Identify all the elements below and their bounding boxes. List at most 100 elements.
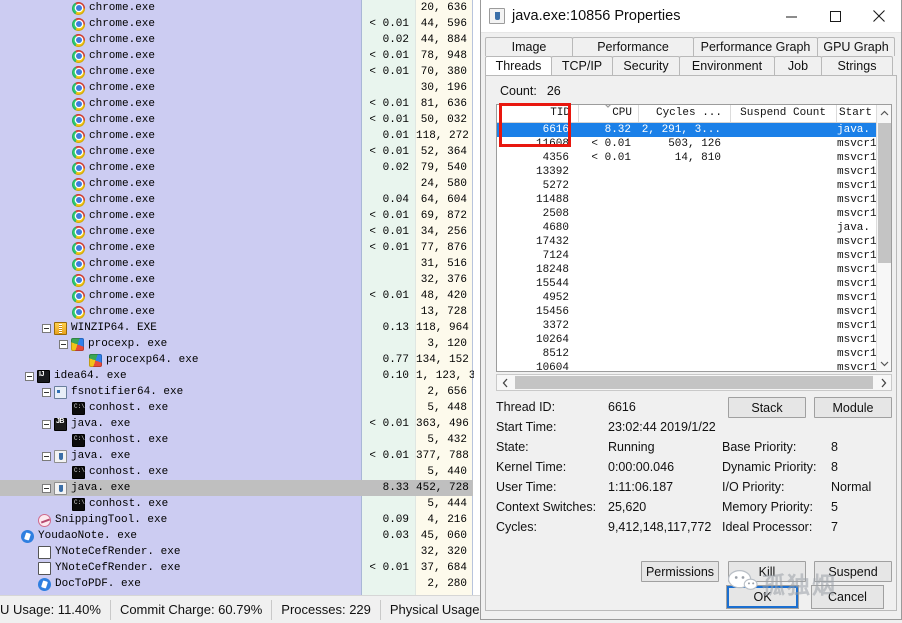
process-name-cell[interactable]: YNoteCefRender. exe — [0, 560, 361, 576]
process-name-cell[interactable]: YoudaoNote. exe — [0, 528, 361, 544]
process-name-cell[interactable]: chrome.exe — [0, 240, 361, 256]
process-row[interactable]: chrome.exe 31, 516 — [0, 256, 473, 272]
process-name-cell[interactable]: chrome.exe — [0, 32, 361, 48]
tab-security[interactable]: Security — [612, 56, 680, 75]
process-name-cell[interactable]: fsnotifier64. exe — [0, 384, 361, 400]
process-name-cell[interactable]: conhost. exe — [0, 432, 361, 448]
close-icon[interactable] — [857, 0, 901, 32]
process-row[interactable]: java. exe 8.33 452, 728 — [0, 480, 473, 496]
process-row[interactable]: chrome.exe < 0.01 44, 596 — [0, 16, 473, 32]
process-name-cell[interactable]: SnippingTool. exe — [0, 512, 361, 528]
tree-expander-icon[interactable] — [42, 387, 51, 397]
process-name-cell[interactable]: conhost. exe — [0, 464, 361, 480]
thread-row[interactable]: 15456msvcr100. dl... — [497, 305, 891, 319]
thread-row[interactable]: 66168.322, 291, 3...java. exe+0x... — [497, 123, 891, 137]
thread-row[interactable]: 10604msvcr100. dl... — [497, 361, 891, 371]
process-row[interactable]: procexp64. exe 0.77 134, 152 — [0, 352, 473, 368]
thread-list-horizontal-scrollbar[interactable] — [496, 374, 892, 391]
process-row[interactable]: chrome.exe < 0.01 78, 948 — [0, 48, 473, 64]
process-name-cell[interactable]: chrome.exe — [0, 160, 361, 176]
thread-column-header[interactable]: Suspend Count — [731, 105, 837, 122]
permissions-button[interactable]: Permissions — [641, 561, 719, 582]
dialog-title-bar[interactable]: java.exe:10856 Properties — [481, 0, 901, 33]
process-name-cell[interactable]: conhost. exe — [0, 400, 361, 416]
tab-strings[interactable]: Strings — [821, 56, 893, 75]
process-name-cell[interactable]: java. exe — [0, 448, 361, 464]
thread-row[interactable]: 10264msvcr100. dl... — [497, 333, 891, 347]
process-row[interactable]: YoudaoNote. exe 0.03 45, 060 — [0, 528, 473, 544]
thread-row[interactable]: 8512msvcr100. dl... — [497, 347, 891, 361]
process-name-cell[interactable]: chrome.exe — [0, 192, 361, 208]
process-name-cell[interactable]: procexp. exe — [0, 336, 361, 352]
tab-gpu-graph[interactable]: GPU Graph — [817, 37, 895, 56]
thread-list-vertical-scrollbar[interactable] — [876, 105, 891, 371]
process-name-cell[interactable]: chrome.exe — [0, 208, 361, 224]
process-row[interactable]: chrome.exe 30, 196 — [0, 80, 473, 96]
process-name-cell[interactable]: procexp64. exe — [0, 352, 361, 368]
thread-row[interactable]: 7124msvcr100. dl... — [497, 249, 891, 263]
process-name-cell[interactable]: chrome.exe — [0, 144, 361, 160]
process-row[interactable]: chrome.exe < 0.01 81, 636 — [0, 96, 473, 112]
process-name-cell[interactable]: chrome.exe — [0, 224, 361, 240]
process-name-cell[interactable]: chrome.exe — [0, 64, 361, 80]
process-row[interactable]: chrome.exe < 0.01 50, 032 — [0, 112, 473, 128]
process-row[interactable]: WINZIP64. EXE 0.13 118, 964 — [0, 320, 473, 336]
process-row[interactable]: chrome.exe < 0.01 34, 256 — [0, 224, 473, 240]
thread-row[interactable]: 2508msvcr100. dl... — [497, 207, 891, 221]
process-name-cell[interactable]: chrome.exe — [0, 128, 361, 144]
process-name-cell[interactable]: java. exe — [0, 480, 361, 496]
process-row[interactable]: java. exe < 0.01 377, 788 — [0, 448, 473, 464]
process-name-cell[interactable]: chrome.exe — [0, 48, 361, 64]
process-row[interactable]: chrome.exe < 0.01 77, 876 — [0, 240, 473, 256]
process-row[interactable]: chrome.exe 13, 728 — [0, 304, 473, 320]
thread-row[interactable]: 4680java. exe+0x... — [497, 221, 891, 235]
process-row[interactable]: YNoteCefRender. exe 32, 320 — [0, 544, 473, 560]
process-row[interactable]: chrome.exe 24, 580 — [0, 176, 473, 192]
process-row[interactable]: YNoteCefRender. exe < 0.01 37, 684 — [0, 560, 473, 576]
process-row[interactable]: DocToPDF. exe 2, 280 — [0, 576, 473, 592]
process-name-cell[interactable]: DocToPDF. exe — [0, 576, 361, 592]
tree-expander-icon[interactable] — [42, 451, 51, 461]
process-name-cell[interactable]: chrome.exe — [0, 16, 361, 32]
thread-row[interactable]: 11488msvcr100. dl... — [497, 193, 891, 207]
cancel-button[interactable]: Cancel — [811, 585, 884, 609]
process-name-cell[interactable]: chrome.exe — [0, 288, 361, 304]
thread-row[interactable]: 5272msvcr100. dl... — [497, 179, 891, 193]
tree-expander-icon[interactable] — [42, 323, 51, 333]
process-name-cell[interactable]: conhost. exe — [0, 496, 361, 512]
thread-row[interactable]: 11608< 0.01503, 126msvcr100. dl... — [497, 137, 891, 151]
tree-expander-icon[interactable] — [42, 419, 51, 429]
process-name-cell[interactable]: YNoteCefRender. exe — [0, 544, 361, 560]
process-name-cell[interactable]: chrome.exe — [0, 0, 361, 16]
process-row[interactable]: chrome.exe 32, 376 — [0, 272, 473, 288]
scroll-up-icon[interactable] — [877, 105, 891, 121]
process-row[interactable]: chrome.exe < 0.01 48, 420 — [0, 288, 473, 304]
process-row[interactable]: chrome.exe 0.01 118, 272 — [0, 128, 473, 144]
tree-expander-icon[interactable] — [42, 483, 51, 493]
thread-row[interactable]: 15544msvcr100. dl... — [497, 277, 891, 291]
process-row[interactable]: procexp. exe 3, 120 — [0, 336, 473, 352]
process-name-cell[interactable]: chrome.exe — [0, 96, 361, 112]
thread-row[interactable]: 4356< 0.0114, 810msvcr100. dl... — [497, 151, 891, 165]
scrollbar-thumb[interactable] — [878, 123, 891, 263]
process-name-cell[interactable]: java. exe — [0, 416, 361, 432]
scrollbar-thumb[interactable] — [515, 376, 873, 389]
process-row[interactable]: conhost. exe 5, 444 — [0, 496, 473, 512]
thread-table-header[interactable]: TIDCPUCycles ...Suspend CountStart Addre… — [497, 105, 891, 123]
process-row[interactable]: chrome.exe 0.04 64, 604 — [0, 192, 473, 208]
tree-expander-icon[interactable] — [25, 371, 34, 381]
process-name-cell[interactable]: chrome.exe — [0, 176, 361, 192]
thread-row[interactable]: 17432msvcr100. dl... — [497, 235, 891, 249]
tree-expander-icon[interactable] — [59, 339, 68, 349]
process-name-cell[interactable]: chrome.exe — [0, 272, 361, 288]
thread-row[interactable]: 4952msvcr100. dl... — [497, 291, 891, 305]
module-button[interactable]: Module — [814, 397, 892, 418]
suspend-button[interactable]: Suspend — [814, 561, 892, 582]
maximize-icon[interactable] — [813, 0, 857, 32]
tab-environment[interactable]: Environment — [679, 56, 775, 75]
process-name-cell[interactable]: chrome.exe — [0, 80, 361, 96]
process-row[interactable]: chrome.exe 0.02 79, 540 — [0, 160, 473, 176]
thread-list[interactable]: TIDCPUCycles ...Suspend CountStart Addre… — [496, 104, 892, 372]
process-row[interactable]: chrome.exe < 0.01 70, 380 — [0, 64, 473, 80]
thread-column-header[interactable]: TID — [497, 105, 579, 122]
